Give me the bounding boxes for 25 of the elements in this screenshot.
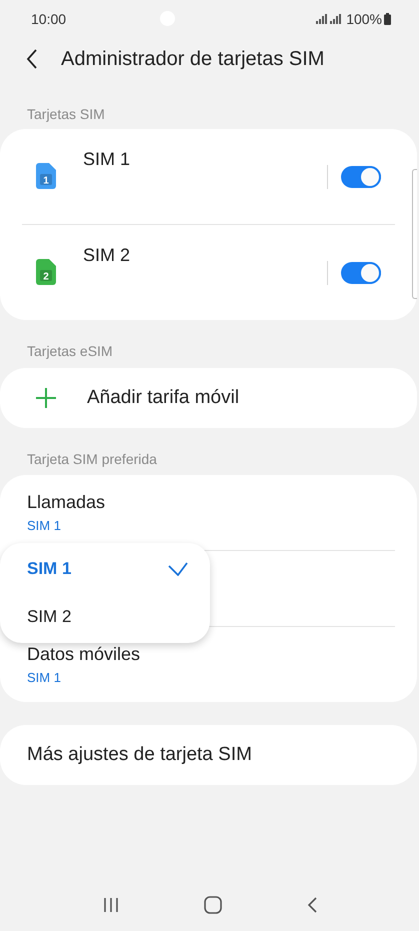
plus-icon: [36, 388, 56, 408]
back-icon: [306, 897, 316, 913]
sim-card-icon: 1: [36, 163, 56, 189]
section-label: Tarjetas SIM: [26, 106, 106, 122]
sim-row[interactable]: 1 SIM 1: [0, 129, 417, 224]
toggle-switch[interactable]: [341, 262, 381, 284]
section-label: Tarjeta SIM preferida: [26, 451, 158, 467]
add-plan-button[interactable]: Añadir tarifa móvil: [0, 368, 417, 428]
checkmark-icon: [168, 562, 188, 576]
sim-row[interactable]: 2 SIM 2: [0, 225, 417, 320]
signal-icon: [330, 14, 342, 24]
battery-level: 100%: [346, 10, 382, 26]
back-icon: [26, 49, 38, 69]
home-icon: [204, 896, 222, 914]
toggle-switch[interactable]: [341, 166, 381, 188]
more-settings-item[interactable]: Más ajustes de tarjeta SIM: [0, 725, 417, 785]
recents-icon: [102, 897, 118, 913]
signal-icon: [316, 14, 328, 24]
menu-option[interactable]: SIM 1: [0, 545, 210, 593]
page-title: Administrador de tarjetas SIM: [61, 48, 324, 70]
sim-card-icon: 2: [36, 259, 56, 285]
status-time: 10:00: [31, 10, 66, 26]
section-label: Tarjetas eSIM: [26, 343, 114, 359]
battery-icon: [384, 12, 391, 24]
menu-option[interactable]: SIM 2: [0, 593, 210, 641]
